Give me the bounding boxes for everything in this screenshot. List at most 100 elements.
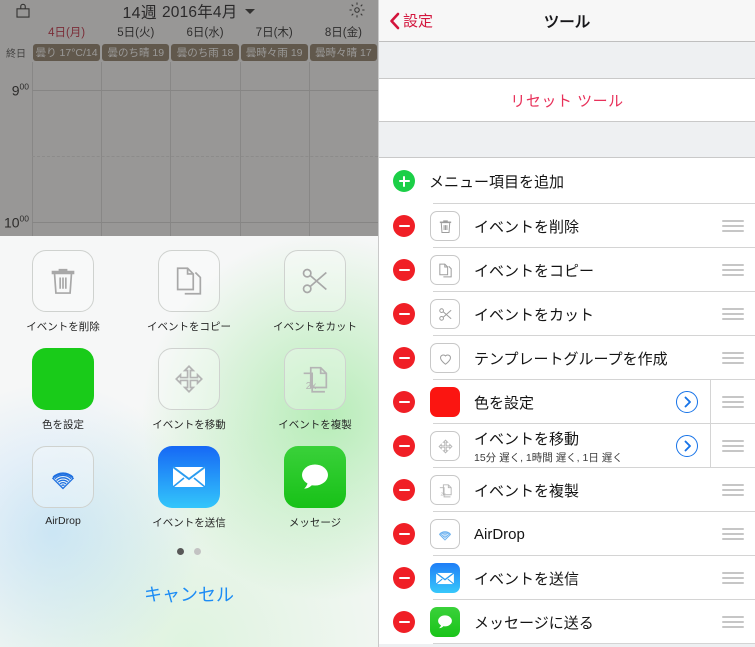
time-grid[interactable]: 900 1000 [0,62,378,236]
day-column-1[interactable] [101,62,170,236]
weather-chip-3[interactable]: 曇時々雨 19 [240,43,308,61]
page-title[interactable]: 14週 2016年4月 [123,0,256,23]
minus-circle-icon[interactable] [393,479,415,501]
svg-text:2x: 2x [440,491,446,497]
action-label: メッセージ [288,517,342,529]
action-item-move[interactable]: イベントを移動 [126,334,252,432]
action-item-messages[interactable]: メッセージ [252,432,378,530]
list-item[interactable]: メッセージに送る [379,600,755,644]
cancel-button[interactable]: キャンセル [0,581,378,607]
weather-chip-2[interactable]: 曇のち雨 18 [171,43,239,61]
minus-circle-icon[interactable] [393,611,415,633]
row-title: イベントを移動 [474,430,580,448]
duplicate-2x-icon: 2x [284,348,346,410]
minus-circle-icon[interactable] [393,567,415,589]
action-item-mail[interactable]: イベントを送信 [126,432,252,530]
list-item[interactable]: イベントを送信 [379,556,755,600]
minus-circle-icon[interactable] [393,435,415,457]
chevron-right-circle-icon[interactable] [676,391,698,413]
list-item[interactable]: イベントを移動 15分 遅く, 1時間 遅く, 1日 遅く [379,424,755,468]
calendar-header: 14週 2016年4月 [0,0,378,22]
minus-circle-icon[interactable] [393,259,415,281]
duplicate-2x-icon: 2x [430,475,460,505]
time-gutter: 900 1000 [0,62,32,236]
nav-title: ツール [543,13,591,31]
action-item-duplicate[interactable]: 2x イベントを複製 [252,334,378,432]
action-row-2: 色を設定 イベントを移動 2x イベントを複製 [0,334,378,432]
bag-icon[interactable] [14,2,32,25]
reorder-handle-icon[interactable] [711,396,755,408]
day-columns[interactable] [32,62,378,236]
day-column-0[interactable] [32,62,101,236]
minus-circle-icon[interactable] [393,523,415,545]
day-column-3[interactable] [239,62,309,236]
airdrop-icon [32,446,94,508]
list-item[interactable]: イベントをカット [379,292,755,336]
list-item[interactable]: 色を設定 [379,380,755,424]
gear-icon[interactable] [348,1,366,24]
action-item-setcolor[interactable]: 色を設定 [0,334,126,432]
action-row-3: AirDrop イベントを送信 メッセージ [0,432,378,530]
color-swatch-icon [32,348,94,410]
day-header-1[interactable]: 5日(火) [101,24,170,40]
minus-circle-icon[interactable] [393,391,415,413]
gridline-930 [32,156,378,157]
reorder-handle-icon[interactable] [711,484,755,496]
day-column-2[interactable] [170,62,239,236]
reorder-handle-icon[interactable] [711,308,755,320]
mail-icon [430,563,460,593]
action-label: AirDrop [45,515,81,527]
reorder-handle-icon[interactable] [711,264,755,276]
back-button[interactable]: 設定 [389,10,433,31]
day-header-2[interactable]: 6日(水) [170,24,239,40]
app-screen: 14週 2016年4月 4日(月) 5日(火) 6日(水) 7日(木) 8日(金 [0,0,755,647]
minus-circle-icon[interactable] [393,347,415,369]
reorder-handle-icon[interactable] [711,220,755,232]
list-item[interactable]: イベントをコピー [379,248,755,292]
move-arrows-icon [430,431,460,461]
action-item-cut[interactable]: イベントをカット [252,236,378,334]
action-item-airdrop[interactable]: AirDrop [0,432,126,530]
week-number: 14週 [122,5,157,22]
row-label: 色を設定 [474,394,535,412]
action-sheet: イベントを削除 イベントをコピー イベントをカット 色を設定 イベントを移動 2… [0,236,378,647]
reorder-handle-icon[interactable] [711,352,755,364]
action-label: イベントをカット [273,321,357,333]
page-dot-0[interactable] [177,548,184,555]
weather-chip-4[interactable]: 曇時々晴 17 [309,43,378,61]
minus-circle-icon[interactable] [393,303,415,325]
day-header-0[interactable]: 4日(月) [32,24,101,40]
list-item[interactable]: イベントを削除 [379,204,755,248]
page-dot-1[interactable] [194,548,201,555]
day-header-3[interactable]: 7日(木) [240,24,309,40]
action-item-copy[interactable]: イベントをコピー [126,236,252,334]
day-header-4[interactable]: 8日(金) [309,24,378,40]
reorder-handle-icon[interactable] [711,528,755,540]
chevron-down-icon[interactable] [245,8,256,14]
row-label: イベントをコピー [474,262,595,280]
minus-circle-icon[interactable] [393,215,415,237]
row-label: イベントを移動 15分 遅く, 1時間 遅く, 1日 遅く [474,428,676,465]
list-item[interactable]: テンプレートグループを作成 [379,336,755,380]
trash-icon [430,211,460,241]
add-menu-item-row[interactable]: メニュー項目を追加 [379,158,755,204]
list-item[interactable]: 2x イベントを複製 [379,468,755,512]
reset-tools-button[interactable]: リセット ツール [379,78,755,122]
plus-circle-icon[interactable] [393,170,415,192]
hour-label-9: 900 [11,81,29,99]
chevron-right-circle-icon[interactable] [676,435,698,457]
nav-bar: 設定 ツール [379,0,755,42]
row-label: AirDrop [474,525,525,543]
weather-chip-0[interactable]: 曇り 17°C/14 [33,43,101,61]
reorder-handle-icon[interactable] [711,616,755,628]
day-column-4[interactable] [308,62,378,236]
action-item-delete[interactable]: イベントを削除 [0,236,126,334]
weather-chip-1[interactable]: 曇のち晴 19 [102,43,170,61]
hour-label-10: 1000 [3,213,29,231]
calendar-pane: 14週 2016年4月 4日(月) 5日(火) 6日(水) 7日(木) 8日(金 [0,0,378,647]
action-label: イベントをコピー [147,321,231,333]
action-label: イベントを削除 [26,321,100,333]
reorder-handle-icon[interactable] [711,440,755,452]
reorder-handle-icon[interactable] [711,572,755,584]
list-item[interactable]: AirDrop [379,512,755,556]
